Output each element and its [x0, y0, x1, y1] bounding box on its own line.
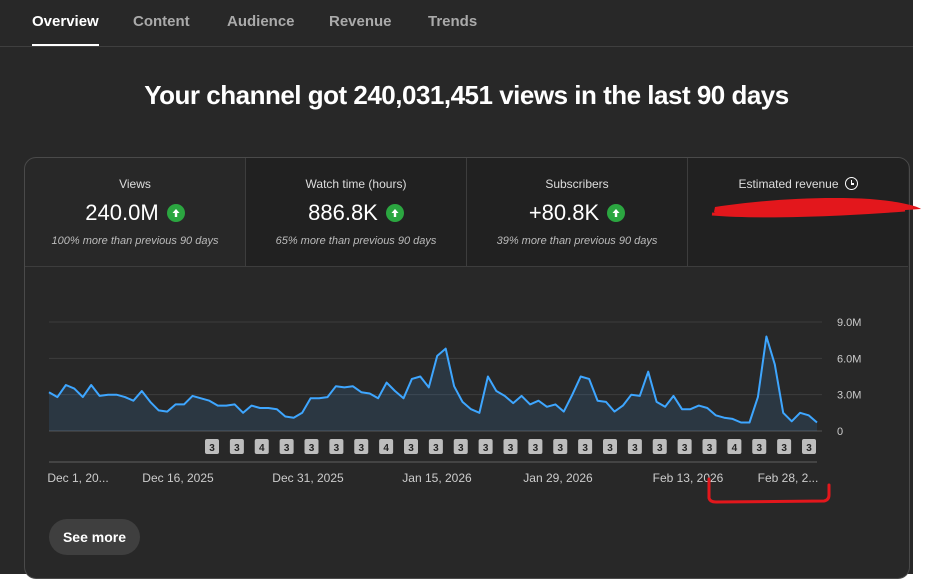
content-marker-label: 3 — [806, 443, 812, 454]
x-tick-label: Dec 31, 2025 — [272, 471, 344, 485]
content-marker-label: 3 — [533, 443, 539, 454]
y-tick-label: 3.0M — [837, 390, 861, 402]
y-tick-label: 0 — [837, 426, 843, 438]
content-marker-label: 4 — [383, 443, 389, 454]
x-tick-label: Feb 13, 2026 — [653, 471, 724, 485]
content-marker-label: 3 — [284, 443, 290, 454]
x-tick-label: Jan 15, 2026 — [402, 471, 472, 485]
content-marker-label: 3 — [756, 443, 762, 454]
content-marker-label: 3 — [309, 443, 315, 454]
content-marker-label: 3 — [707, 443, 713, 454]
content-marker-label: 4 — [259, 443, 265, 454]
content-marker-label: 3 — [408, 443, 414, 454]
content-marker-label: 3 — [483, 443, 489, 454]
content-marker-label: 3 — [209, 443, 215, 454]
content-marker-label: 3 — [508, 443, 514, 454]
see-more-button[interactable]: See more — [49, 519, 140, 555]
views-chart: 9.0M 6.0M 3.0M 0 3 3 4 3 3 3 3 4 3 3 3 3 3 3 3 3 3 3 3 3 3 4 3 3 3 De… — [47, 317, 861, 485]
content-marker-label: 3 — [781, 443, 787, 454]
x-tick-label: Dec 1, 20... — [47, 471, 108, 485]
content-marker-label: 3 — [433, 443, 439, 454]
content-marker-label: 3 — [458, 443, 464, 454]
content-marker-label: 3 — [557, 443, 563, 454]
content-marker-label: 3 — [682, 443, 688, 454]
content-marker-label: 3 — [582, 443, 588, 454]
content-marker-label: 3 — [234, 443, 240, 454]
content-marker-label: 4 — [732, 443, 738, 454]
content-marker-label: 3 — [334, 443, 340, 454]
x-tick-label: Feb 28, 2... — [758, 471, 819, 485]
content-marker-label: 3 — [607, 443, 613, 454]
x-tick-label: Jan 29, 2026 — [523, 471, 593, 485]
y-tick-label: 9.0M — [837, 317, 861, 329]
x-tick-label: Dec 16, 2025 — [142, 471, 214, 485]
content-marker-label: 3 — [657, 443, 663, 454]
content-marker-label: 3 — [358, 443, 364, 454]
y-tick-label: 6.0M — [837, 353, 861, 365]
series-area — [49, 336, 817, 431]
content-marker-label: 3 — [632, 443, 638, 454]
